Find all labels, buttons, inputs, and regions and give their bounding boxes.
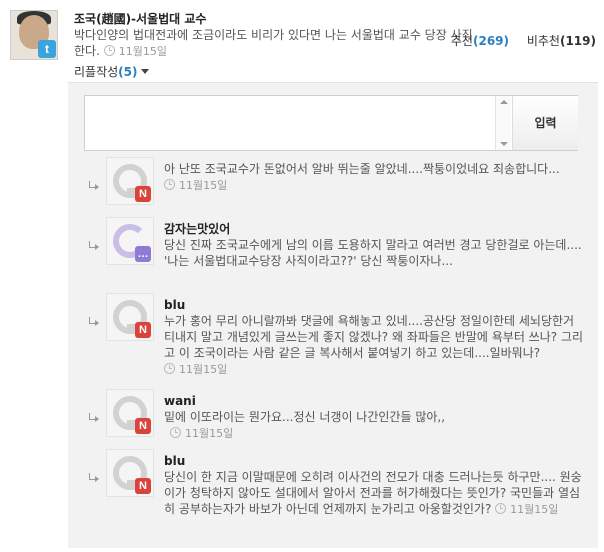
- clock-icon: [164, 179, 175, 190]
- comment-body: blu 당신이 한 지금 이말때문에 오히려 이사건의 전모가 대충 드러나는듯…: [164, 453, 584, 518]
- nate-icon: N: [135, 186, 151, 202]
- comment-body: wani 밑에 이또라이는 뭔가요...정신 너갱이 나간인간들 많아,, 11…: [164, 393, 584, 442]
- reply-toggle[interactable]: 리플작성(5): [74, 63, 149, 80]
- reply-arrow-icon: [88, 413, 100, 423]
- comment-body: 감자는맛있어 당신 진짜 조국교수에게 남의 이름 도용하지 말라고 여러번 경…: [164, 221, 584, 269]
- reply-arrow-icon: [88, 181, 100, 191]
- author-avatar[interactable]: t: [10, 10, 58, 60]
- comment-time: 11월15일: [164, 179, 227, 192]
- clock-icon: [103, 45, 115, 56]
- comment-time: 11월15일: [164, 363, 227, 376]
- clock-icon: [495, 503, 507, 514]
- post: t 조국(趙國)-서울법대 교수 박다인양의 법대전과에 조금이라도 비리가 있…: [0, 0, 604, 62]
- reply-arrow-icon: [88, 473, 100, 483]
- comment-author[interactable]: wani: [164, 393, 584, 409]
- clock-icon: [164, 363, 175, 374]
- chat-icon: …: [135, 246, 151, 262]
- comment-text: 당신 진짜 조국교수에게 남의 이름 도용하지 말라고 여러번 경고 당한걸로 …: [164, 238, 582, 268]
- comment-text: 아 난또 조국교수가 돈없어서 알바 뛰는줄 알았네....짝퉁이었네요 죄송합…: [164, 162, 560, 176]
- recommend-button[interactable]: 추천(269): [451, 34, 509, 48]
- comment-body: blu 누가 홍어 무리 아니랄까봐 댓글에 욕해놓고 있네....공산당 정일…: [164, 297, 584, 378]
- clock-icon: [170, 427, 181, 438]
- reply-input-box: 입력: [84, 95, 578, 151]
- post-text: 박다인양의 법대전과에 조금이라도 비리가 있다면 나는 서울법대 교수 당장 …: [74, 27, 474, 60]
- commenter-avatar[interactable]: N: [106, 157, 154, 205]
- twitter-icon: t: [38, 40, 56, 58]
- comment-body: 아 난또 조국교수가 돈없어서 알바 뛰는줄 알았네....짝퉁이었네요 죄송합…: [164, 161, 584, 194]
- commenter-avatar[interactable]: N: [106, 293, 154, 341]
- nate-icon: N: [135, 478, 151, 494]
- textarea-scrollbar[interactable]: [495, 96, 511, 150]
- nate-icon: N: [135, 418, 151, 434]
- vote-bar: 추천(269) 비추천(119): [451, 32, 596, 49]
- comment-time: 11월15일: [170, 427, 233, 440]
- comment-author[interactable]: blu: [164, 297, 584, 313]
- comment-text: 밑에 이또라이는 뭔가요...정신 너갱이 나간인간들 많아,,: [164, 410, 446, 424]
- scroll-up-icon: [500, 100, 508, 104]
- post-time: 11월15일: [103, 45, 167, 58]
- commenter-avatar[interactable]: N: [106, 389, 154, 437]
- comment-time: 11월15일: [495, 503, 558, 516]
- reply-textarea[interactable]: [85, 96, 495, 150]
- nate-icon: N: [135, 322, 151, 338]
- comment-author[interactable]: blu: [164, 453, 584, 469]
- commenter-avatar[interactable]: …: [106, 217, 154, 265]
- commenter-avatar[interactable]: N: [106, 449, 154, 497]
- scroll-down-icon: [500, 142, 508, 146]
- comment-author[interactable]: 감자는맛있어: [164, 221, 584, 237]
- comment-text: 누가 홍어 무리 아니랄까봐 댓글에 욕해놓고 있네....공산당 정일이한테 …: [164, 314, 584, 360]
- reply-panel: 입력 N 아 난또 조국교수가 돈없어서 알바 뛰는줄 알았네....짝퉁이었네…: [68, 82, 598, 548]
- reply-count: (5): [118, 65, 138, 79]
- reply-arrow-icon: [88, 317, 100, 327]
- reply-arrow-icon: [88, 241, 100, 251]
- not-recommend-button[interactable]: 비추천(119): [527, 34, 596, 48]
- triangle-down-icon: [140, 69, 149, 74]
- post-author[interactable]: 조국(趙國)-서울법대 교수: [74, 10, 206, 27]
- submit-button[interactable]: 입력: [512, 96, 578, 150]
